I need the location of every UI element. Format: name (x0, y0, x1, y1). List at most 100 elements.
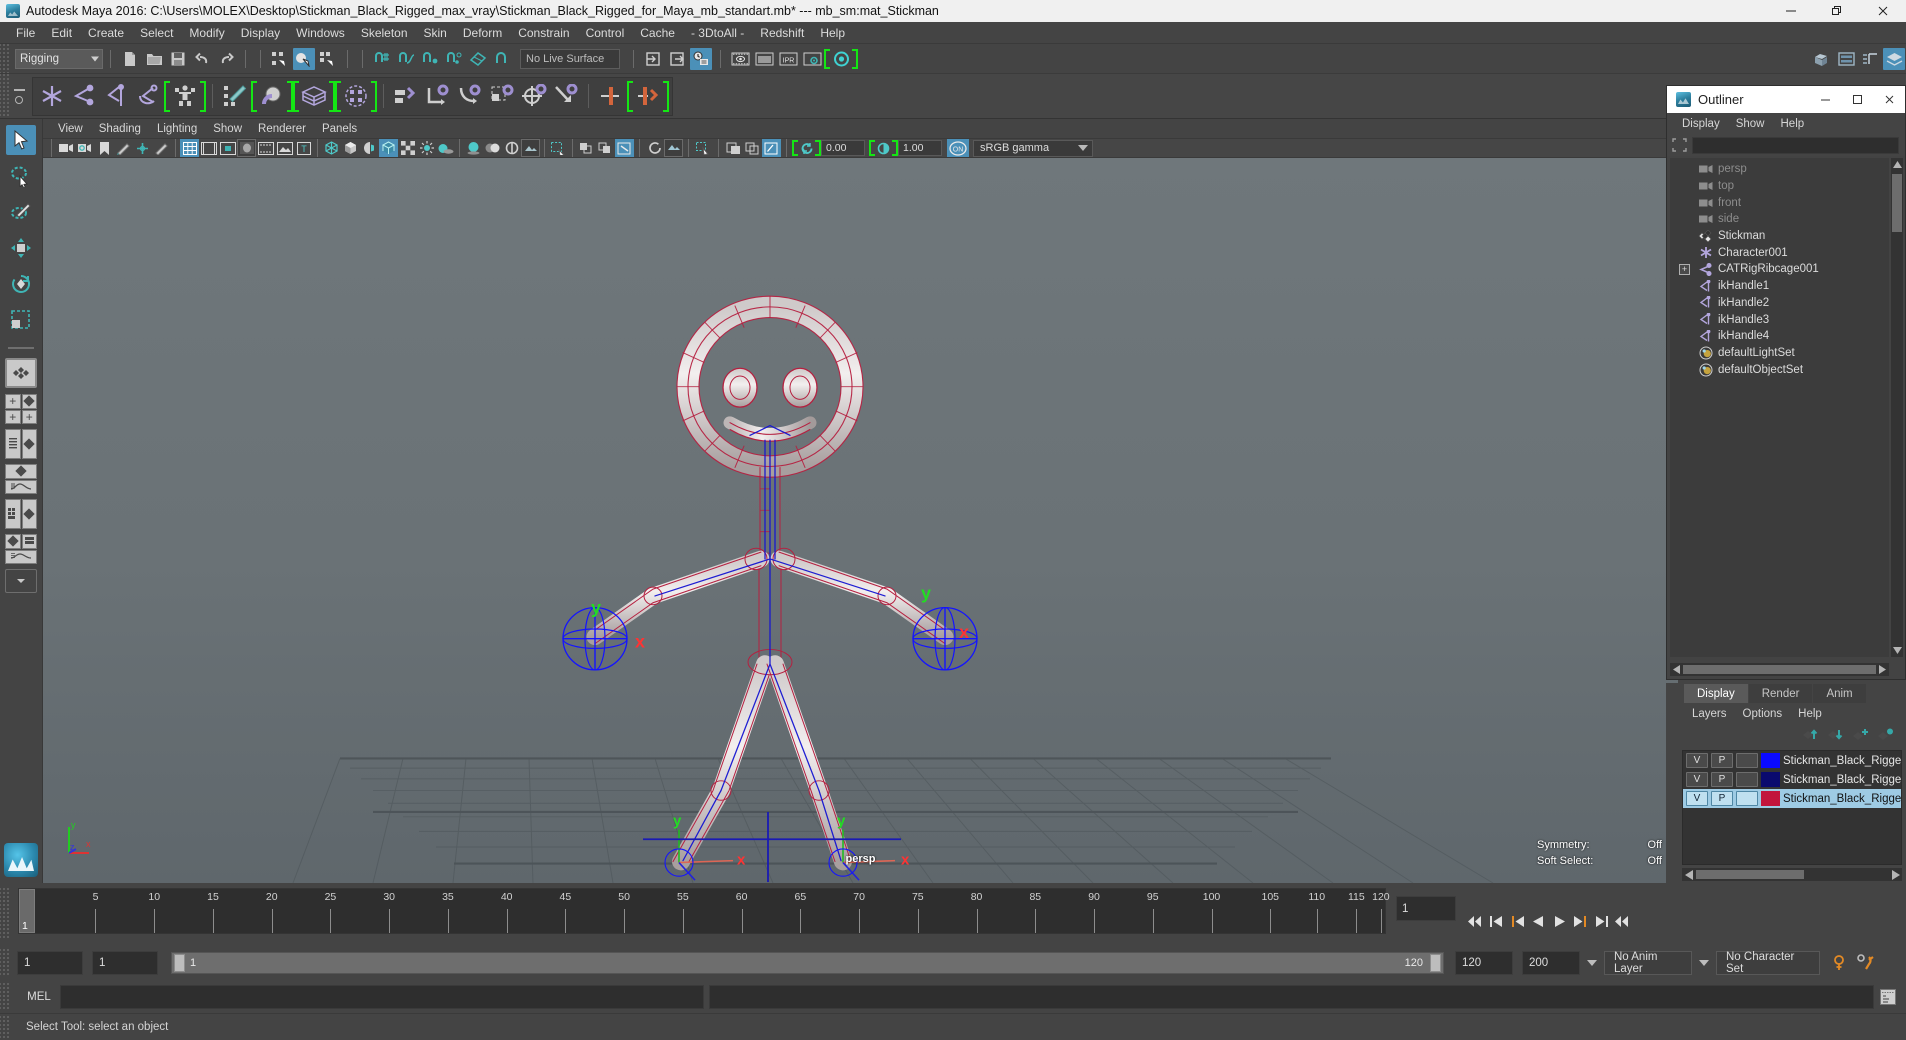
layer-color-swatch[interactable] (1761, 791, 1780, 806)
outliner-minimize-icon[interactable] (1809, 86, 1841, 113)
script-editor-icon[interactable] (1876, 985, 1900, 1009)
play-forward-icon[interactable] (1549, 909, 1569, 933)
anim-end-field[interactable]: 200 (1522, 951, 1580, 975)
exposure-bracket[interactable] (792, 139, 821, 157)
layer-playback-toggle[interactable]: P (1711, 791, 1733, 806)
point-constraint-icon[interactable] (422, 80, 454, 113)
bind-skin-bracket[interactable] (251, 80, 293, 113)
persp-graph-layout-icon[interactable] (5, 464, 37, 494)
viewport-display-preset-icon[interactable] (664, 139, 683, 157)
layer-menu-layers[interactable]: Layers (1686, 707, 1733, 721)
menu-deform[interactable]: Deform (455, 24, 510, 42)
menu-3dtoall[interactable]: - 3DtoAll - (683, 24, 752, 42)
go-to-end-icon[interactable] (1612, 909, 1632, 933)
menu-cache[interactable]: Cache (632, 24, 683, 42)
render-settings-icon[interactable] (801, 48, 823, 70)
viewport-menu-renderer[interactable]: Renderer (251, 122, 313, 136)
range-end-field[interactable]: 120 (1455, 951, 1513, 975)
viewport-3d-canvas[interactable]: y x y x y x y x y x z persp Symmetry: Of… (43, 158, 1678, 883)
viewport-hud-toggle-icon[interactable] (762, 139, 781, 157)
menu-display[interactable]: Display (233, 24, 288, 42)
create-character-icon[interactable] (36, 80, 68, 113)
grease-pencil-icon[interactable] (152, 139, 171, 157)
save-scene-icon[interactable] (167, 48, 189, 70)
outliner-search-input[interactable] (1692, 136, 1899, 154)
bookmark-icon[interactable] (95, 139, 114, 157)
redo-icon[interactable] (215, 48, 237, 70)
shadows-toggle-icon[interactable] (436, 139, 455, 157)
mirror-joint-icon[interactable] (595, 80, 627, 113)
range-slider[interactable]: 1 120 (171, 952, 1444, 974)
scale-tool-icon[interactable] (6, 305, 36, 335)
menu-windows[interactable]: Windows (288, 24, 353, 42)
tab-display[interactable]: Display (1684, 684, 1748, 703)
color-management-toggle-icon[interactable]: ON (947, 139, 969, 157)
quick-rig-icon[interactable] (169, 80, 201, 113)
layer-row[interactable]: V P Stickman_Black_Rigge (1683, 789, 1901, 808)
status-gripper[interactable] (0, 1016, 9, 1038)
layer-row[interactable]: V P Stickman_Black_Rigge (1683, 751, 1901, 770)
lasso-select-tool-icon[interactable] (6, 161, 36, 191)
select-by-component-icon[interactable] (317, 48, 339, 70)
anim-start-field[interactable]: 1 (17, 951, 83, 975)
outliner-item-defaultobjectset[interactable]: defaultObjectSet (1670, 361, 1889, 378)
move-layer-up-icon[interactable] (1803, 728, 1819, 741)
snap-to-point-icon[interactable] (419, 48, 441, 70)
quick-rig-bracket[interactable] (164, 80, 206, 113)
command-input[interactable] (60, 984, 704, 1009)
film-gate-icon[interactable] (199, 139, 218, 157)
menu-modify[interactable]: Modify (181, 24, 232, 42)
outliner-item-persp[interactable]: persp (1670, 161, 1889, 178)
outliner-item-front[interactable]: front (1670, 194, 1889, 211)
layer-state-toggle[interactable] (1736, 753, 1758, 768)
scrollbar-thumb[interactable] (1892, 174, 1902, 232)
copy-view-icon[interactable] (743, 139, 762, 157)
menu-file[interactable]: File (8, 24, 43, 42)
menu-constrain[interactable]: Constrain (510, 24, 577, 42)
layer-menu-help[interactable]: Help (1792, 707, 1828, 721)
step-forward-frame-icon[interactable] (1570, 909, 1590, 933)
paint-select-tool-icon[interactable] (6, 197, 36, 227)
multisample-toggle-icon[interactable] (502, 139, 521, 157)
animation-preferences-icon[interactable] (1854, 951, 1878, 975)
outliner-item-catrigribcage001[interactable]: + CATRigRibcage001 (1670, 261, 1889, 278)
paint-skin-weights-icon[interactable] (219, 80, 251, 113)
image-plane-icon[interactable] (114, 139, 133, 157)
scroll-right-icon[interactable] (1889, 868, 1902, 881)
xray-active-components-icon[interactable] (615, 139, 634, 157)
outliner-menu-display[interactable]: Display (1676, 117, 1726, 131)
new-scene-icon[interactable] (119, 48, 141, 70)
cluster-bracket[interactable] (335, 80, 377, 113)
outliner-item-defaultlightset[interactable]: defaultLightSet (1670, 345, 1889, 362)
layer-visibility-toggle[interactable]: V (1686, 753, 1708, 768)
outliner-tree[interactable]: persp top front side Stickman Character0… (1670, 158, 1889, 657)
mirror-link-icon[interactable] (632, 80, 664, 113)
outliner-item-ikhandle3[interactable]: ikHandle3 (1670, 311, 1889, 328)
scale-constraint-icon[interactable] (486, 80, 518, 113)
gamma-value-field[interactable]: 1.00 (898, 140, 942, 156)
scroll-left-icon[interactable] (1670, 663, 1683, 676)
viewport-menu-lighting[interactable]: Lighting (150, 122, 204, 136)
restore-icon[interactable] (1814, 0, 1860, 22)
motion-blur-toggle-icon[interactable] (483, 139, 502, 157)
outliner-item-character001[interactable]: Character001 (1670, 244, 1889, 261)
outliner-item-top[interactable]: top (1670, 178, 1889, 195)
menu-redshift[interactable]: Redshift (752, 24, 812, 42)
menu-select[interactable]: Select (132, 24, 181, 42)
aim-constraint-icon[interactable] (518, 80, 550, 113)
live-surface-field[interactable]: No Live Surface (520, 48, 620, 69)
render-current-frame-icon[interactable] (729, 48, 751, 70)
menu-help[interactable]: Help (812, 24, 853, 42)
camera-attributes-icon[interactable] (76, 139, 95, 157)
outliner-close-icon[interactable] (1873, 86, 1905, 113)
layer-visibility-toggle[interactable]: V (1686, 772, 1708, 787)
outliner-item-ikhandle1[interactable]: ikHandle1 (1670, 278, 1889, 295)
viewport-menu-shading[interactable]: Shading (92, 122, 148, 136)
layer-playback-toggle[interactable]: P (1711, 772, 1733, 787)
close-icon[interactable] (1860, 0, 1906, 22)
menu-skeleton[interactable]: Skeleton (353, 24, 416, 42)
outliner-persp-layout-icon[interactable] (5, 429, 37, 459)
viewport-menu-show[interactable]: Show (206, 122, 249, 136)
snap-to-projected-center-icon[interactable] (443, 48, 465, 70)
layer-state-toggle[interactable] (1736, 791, 1758, 806)
